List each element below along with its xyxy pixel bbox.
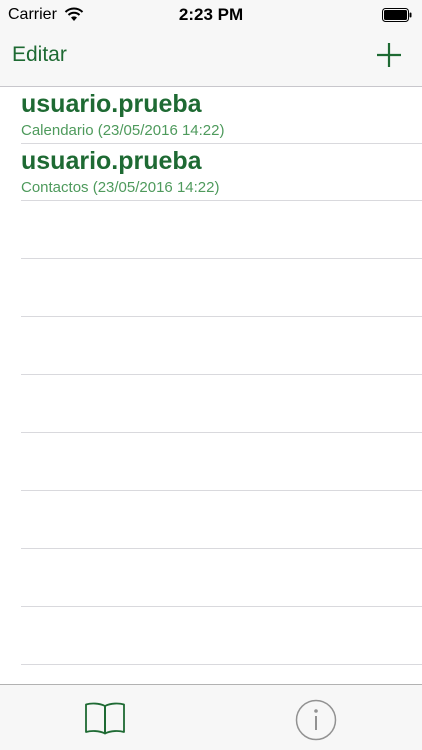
empty-row [21, 549, 422, 607]
list-item[interactable]: usuario.prueba Calendario (23/05/2016 14… [21, 87, 422, 144]
info-icon[interactable] [295, 699, 337, 741]
list-item-subtitle: Contactos (23/05/2016 14:22) [21, 179, 220, 196]
empty-row [21, 317, 422, 375]
tab-bar [0, 684, 422, 750]
list-item-subtitle: Calendario (23/05/2016 14:22) [21, 122, 225, 139]
battery-icon [382, 8, 412, 22]
list-item-title: usuario.prueba [21, 147, 202, 175]
status-bar: Carrier 2:23 PM [0, 0, 422, 30]
edit-button[interactable]: Editar [12, 43, 67, 67]
empty-row [21, 375, 422, 433]
add-button[interactable] [376, 42, 402, 68]
list-item[interactable]: usuario.prueba Contactos (23/05/2016 14:… [21, 144, 422, 201]
empty-row [21, 607, 422, 665]
book-icon[interactable] [84, 701, 126, 735]
navigation-bar: Editar [0, 30, 422, 87]
list-item-title: usuario.prueba [21, 90, 202, 118]
status-time: 2:23 PM [178, 5, 244, 24]
empty-row [21, 433, 422, 491]
account-list: usuario.prueba Calendario (23/05/2016 14… [0, 87, 422, 684]
empty-row [21, 491, 422, 549]
plus-icon [377, 43, 401, 67]
screen: Carrier 2:23 PM Editar usuario.prueba Ca… [0, 0, 422, 750]
empty-row [21, 201, 422, 259]
empty-row [21, 259, 422, 317]
